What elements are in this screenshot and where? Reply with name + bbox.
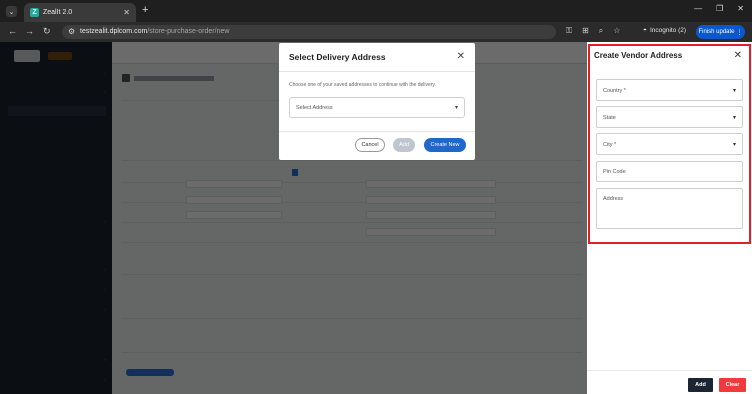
caret-down-icon: ▾ xyxy=(732,88,736,94)
browser-nav-bar: ← → ↻ ⚙ testzealit.dplcom.com/store-purc… xyxy=(0,22,752,42)
star-icon[interactable]: ☆ xyxy=(613,26,620,36)
add-button[interactable]: Add xyxy=(688,378,713,392)
clear-button[interactable]: Clear xyxy=(719,378,746,392)
modal-description: Choose one of your saved addresses to co… xyxy=(289,82,436,88)
browser-tab-bar: ⌄ Z ZealIt 2.0 ✕ + — ❐ ✕ xyxy=(0,0,752,22)
address-bar[interactable]: ⚙ testzealit.dplcom.com/store-purchase-o… xyxy=(62,25,556,39)
url-domain: testzealit.dplcom.com xyxy=(80,28,148,35)
select-address-dropdown[interactable]: Select Address ▾ xyxy=(289,97,465,118)
add-button[interactable]: Add xyxy=(393,138,415,152)
divider xyxy=(279,131,475,132)
country-label: Country * xyxy=(603,88,626,94)
browser-tab[interactable]: Z ZealIt 2.0 ✕ xyxy=(24,3,136,22)
finish-update-label: Finish update xyxy=(698,29,735,35)
arrow-left-icon[interactable]: ← xyxy=(8,26,17,36)
more-vertical-icon: ⋮ xyxy=(736,29,743,36)
incognito-icon: ◓ xyxy=(643,27,647,34)
state-select[interactable]: State ▾ xyxy=(596,106,743,128)
incognito-label: Incognito (2) xyxy=(649,27,687,34)
arrow-right-icon[interactable]: → xyxy=(25,26,34,36)
close-icon[interactable]: ✕ xyxy=(457,51,465,62)
divider xyxy=(279,71,475,72)
site-info-icon[interactable]: ⚙ xyxy=(68,27,75,36)
delivery-address-modal: Select Delivery Address ✕ Choose one of … xyxy=(279,43,475,160)
chevron-down-icon: ⌄ xyxy=(8,8,15,16)
key-icon[interactable]: ⚿ xyxy=(566,26,572,36)
restore-icon[interactable]: ❐ xyxy=(716,4,723,13)
address-bar-actions: ⚿ ⊞ ⌕ ☆ xyxy=(566,26,620,36)
close-icon[interactable]: ✕ xyxy=(123,8,130,17)
cancel-button[interactable]: Cancel xyxy=(355,138,385,152)
pin-code-input[interactable]: Pin Code xyxy=(596,161,743,182)
url-text: testzealit.dplcom.com/store-purchase-ord… xyxy=(80,28,229,35)
close-icon[interactable]: ✕ xyxy=(734,50,742,61)
plus-icon[interactable]: + xyxy=(142,4,148,16)
url-path: /store-purchase-order/new xyxy=(147,28,230,35)
create-new-button[interactable]: Create New xyxy=(424,138,466,152)
window-controls: — ❐ ✕ xyxy=(694,4,744,13)
pin-code-placeholder: Pin Code xyxy=(603,169,626,175)
create-vendor-address-drawer: Create Vendor Address ✕ Country * ▾ Stat… xyxy=(587,42,752,394)
address-textarea[interactable]: Address xyxy=(596,188,743,229)
address-placeholder: Address xyxy=(603,196,624,202)
caret-down-icon: ▾ xyxy=(732,142,736,148)
caret-down-icon: ▾ xyxy=(732,115,736,121)
country-select[interactable]: Country * ▾ xyxy=(596,79,743,101)
magnifier-icon[interactable]: ⌕ xyxy=(599,26,603,36)
minimize-icon[interactable]: — xyxy=(694,4,702,13)
city-select[interactable]: City * ▾ xyxy=(596,133,743,155)
drawer-title: Create Vendor Address xyxy=(594,51,683,60)
select-address-placeholder: Select Address xyxy=(296,105,333,111)
translate-icon[interactable]: ⊞ xyxy=(582,26,589,36)
divider xyxy=(587,370,752,371)
tab-search-menu-button[interactable]: ⌄ xyxy=(6,6,17,17)
caret-down-icon: ▾ xyxy=(454,105,458,111)
modal-title: Select Delivery Address xyxy=(289,52,386,62)
finish-update-button[interactable]: Finish update ⋮ xyxy=(696,25,745,39)
tab-title: ZealIt 2.0 xyxy=(43,9,73,16)
zealit-logo-icon: Z xyxy=(30,8,39,17)
city-label: City * xyxy=(603,142,617,148)
state-label: State xyxy=(603,115,616,121)
close-window-icon[interactable]: ✕ xyxy=(737,4,744,13)
incognito-indicator[interactable]: ◓ Incognito (2) xyxy=(639,25,690,36)
reload-icon[interactable]: ↻ xyxy=(43,26,51,37)
